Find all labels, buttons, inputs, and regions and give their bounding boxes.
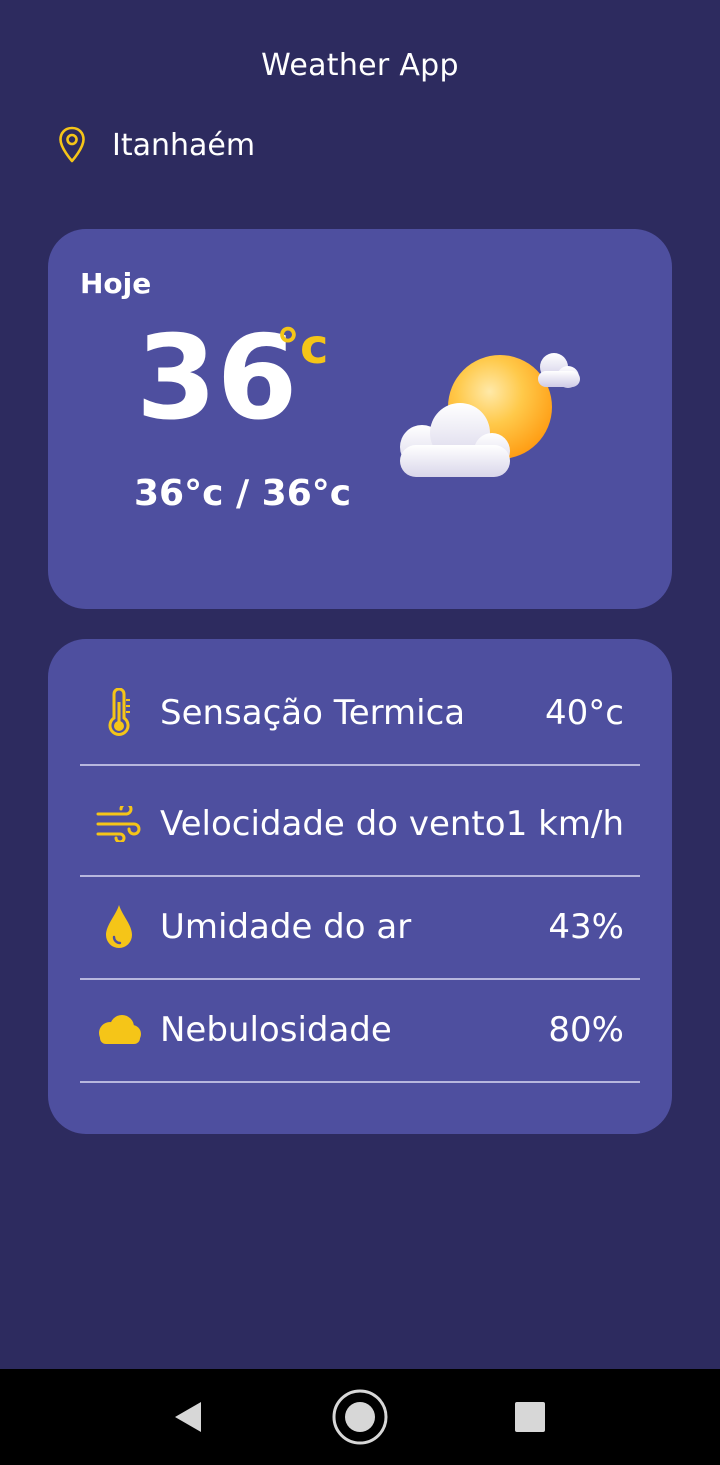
detail-row-feels-like: Sensação Termica 40°c — [80, 662, 640, 766]
detail-value: 80% — [548, 1010, 624, 1050]
detail-row-wind-speed: Velocidade do vento 1 km/h — [80, 773, 640, 877]
home-circle-icon — [332, 1389, 388, 1445]
back-triangle-icon — [175, 1402, 201, 1432]
details-card: Sensação Termica 40°c Velocidade do vent… — [48, 639, 672, 1134]
detail-value: 40°c — [545, 693, 624, 733]
detail-label: Umidade do ar — [160, 907, 412, 947]
today-label: Hoje — [80, 267, 152, 300]
location-pin-icon — [59, 126, 85, 163]
detail-value: 1 km/h — [505, 804, 624, 844]
detail-label: Sensação Termica — [160, 693, 466, 733]
current-temperature: 36 — [136, 311, 298, 446]
thermometer-icon — [94, 688, 144, 738]
detail-label: Nebulosidade — [160, 1010, 392, 1050]
recents-square-icon — [515, 1402, 545, 1432]
location-row[interactable]: Itanhaém — [58, 126, 255, 164]
partly-cloudy-icon — [400, 353, 580, 477]
app-title: Weather App — [261, 48, 459, 83]
today-card: Hoje 36 °c 36°c / 36°c — [48, 229, 672, 609]
cloud-icon — [94, 1005, 144, 1055]
wind-icon — [94, 799, 144, 849]
droplet-icon — [94, 902, 144, 952]
back-button[interactable] — [138, 1369, 238, 1465]
detail-value: 43% — [548, 907, 624, 947]
system-navigation-bar — [0, 1369, 720, 1465]
recents-button[interactable] — [480, 1369, 580, 1465]
temperature-range: 36°c / 36°c — [134, 473, 352, 514]
temperature-unit: °c — [276, 319, 329, 375]
detail-row-humidity: Umidade do ar 43% — [80, 876, 640, 980]
detail-label: Velocidade do vento — [160, 804, 506, 844]
city-name: Itanhaém — [112, 127, 256, 163]
detail-row-cloudiness: Nebulosidade 80% — [80, 979, 640, 1083]
home-button[interactable] — [310, 1369, 410, 1465]
